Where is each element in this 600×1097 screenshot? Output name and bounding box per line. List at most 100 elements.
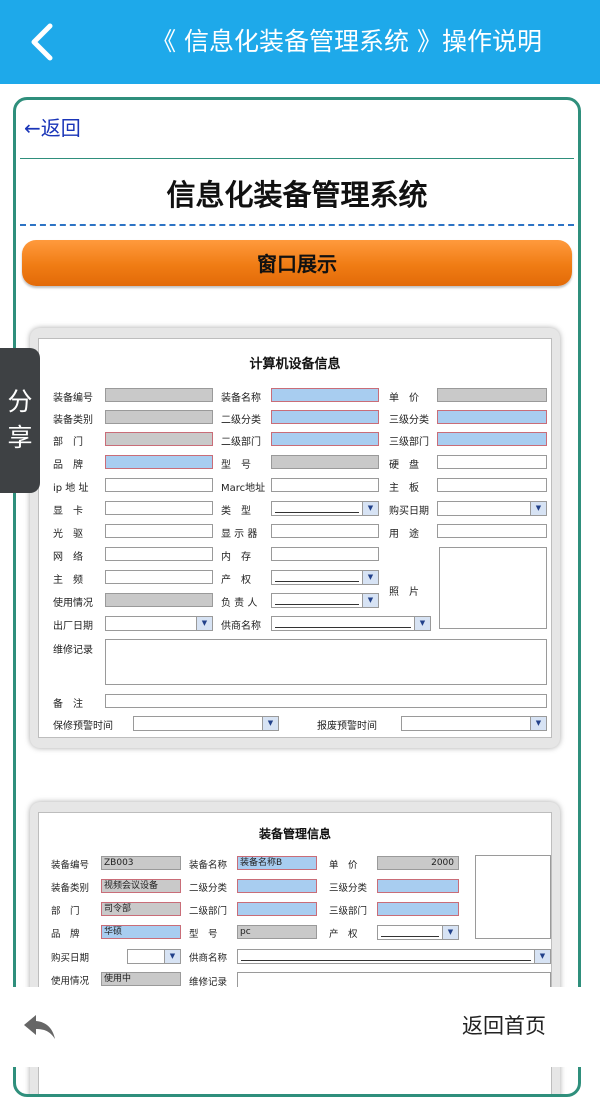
label-dept2: 二级部门 [221, 437, 261, 448]
photo-box [475, 855, 551, 939]
field-dept [105, 432, 213, 446]
field-class3 [437, 410, 547, 424]
label-repair: 维修记录 [189, 977, 228, 988]
label-class3: 三级分类 [329, 883, 368, 894]
back-link[interactable]: ←返回 [24, 112, 81, 141]
dashed-divider [20, 224, 574, 226]
field-class3 [377, 879, 459, 893]
dropdown-arrow-icon: ▼ [362, 502, 378, 515]
field-model: pc [237, 925, 317, 939]
field-dept3 [377, 902, 459, 916]
field-equip-no [105, 388, 213, 402]
label-owner: 负 责 人 [221, 598, 258, 609]
field-optical [105, 524, 213, 538]
label-use-status: 使用情况 [51, 976, 90, 987]
label-buy-date: 购买日期 [51, 953, 90, 964]
label-photo: 照 片 [389, 587, 419, 598]
dropdown-arrow-icon: ▼ [414, 617, 430, 630]
label-cpu-freq: 主 频 [53, 575, 83, 586]
form-title: 装备管理信息 [258, 827, 331, 841]
label-unit-price: 单 价 [389, 393, 419, 404]
field-class2 [237, 879, 317, 893]
field-brand: 华硕 [101, 925, 181, 939]
label-brand: 品 牌 [51, 929, 80, 940]
label-monitor: 显 示 器 [221, 529, 258, 540]
select-buy-date: ▼ [437, 501, 547, 516]
field-unit-price [437, 388, 547, 402]
computer-equipment-screenshot: 计算机设备信息 装备编号 装备名称 单 价 装备类别 二级分类 三级分类 部 门… [30, 328, 560, 748]
dropdown-arrow-icon: ▼ [196, 617, 212, 630]
label-model: 型 号 [189, 929, 218, 940]
field-dept2 [271, 432, 379, 446]
label-remark: 备 注 [53, 699, 83, 710]
field-use-status: 使用中 [101, 972, 181, 986]
select-owner: ▼ [271, 593, 379, 608]
field-cpu-freq [105, 570, 213, 584]
label-equip-category: 装备类别 [51, 883, 90, 894]
select-supplier: ▼ [237, 949, 551, 964]
photo-box [439, 547, 547, 629]
field-dept: 司令部 [101, 902, 181, 916]
select-scrap-alert: ▼ [401, 716, 547, 731]
dropdown-arrow-icon: ▼ [530, 717, 546, 730]
label-dept: 部 门 [51, 906, 80, 917]
label-scrap-alert: 报废预警时间 [317, 721, 377, 732]
label-gpu: 显 卡 [53, 506, 83, 517]
label-supplier: 供商名称 [221, 621, 261, 632]
label-brand: 品 牌 [53, 460, 83, 471]
field-monitor [271, 524, 379, 538]
select-factory-date: ▼ [105, 616, 213, 631]
label-property: 产 权 [329, 929, 358, 940]
label-mac: Marc地址 [221, 483, 266, 494]
label-class3: 三级分类 [389, 415, 429, 426]
label-memory: 内 存 [221, 552, 251, 563]
select-type: ▼ [271, 501, 379, 516]
field-use-status [105, 593, 213, 607]
select-supplier: ▼ [271, 616, 431, 631]
select-property: ▼ [377, 925, 459, 940]
field-unit-price: 2000 [377, 856, 459, 870]
label-repair: 维修记录 [53, 645, 93, 656]
field-board [437, 478, 547, 492]
field-mac [271, 478, 379, 492]
label-optical: 光 驱 [53, 529, 83, 540]
select-property: ▼ [271, 570, 379, 585]
field-equip-name [271, 388, 379, 402]
field-network [105, 547, 213, 561]
label-network: 网 络 [53, 552, 83, 563]
field-gpu [105, 501, 213, 515]
dropdown-arrow-icon: ▼ [262, 717, 278, 730]
label-ip: ip 地 址 [53, 483, 89, 494]
window-display-button[interactable]: 窗口展示 [22, 240, 572, 286]
field-equip-name: 装备名称B [237, 856, 317, 870]
label-hdd: 硬 盘 [389, 460, 419, 471]
label-dept3: 三级部门 [389, 437, 429, 448]
share-tab[interactable]: 分 享 [0, 348, 40, 493]
label-warranty-alert: 保修预警时间 [53, 721, 113, 732]
label-type: 类 型 [221, 506, 251, 517]
label-dept3: 三级部门 [329, 906, 368, 917]
dropdown-arrow-icon: ▼ [164, 950, 180, 963]
field-equip-category [105, 410, 213, 424]
label-dept: 部 门 [53, 437, 83, 448]
label-equip-no: 装备编号 [53, 393, 93, 404]
article-title: 信息化装备管理系统 [166, 178, 428, 212]
label-equip-category: 装备类别 [53, 415, 93, 426]
field-remark [105, 694, 547, 708]
article-frame: ←返回 信息化装备管理系统 窗口展示 计算机设备信息 装备编号 装备名称 单 价… [13, 97, 581, 1097]
label-dept2: 二级部门 [189, 906, 228, 917]
share-label-1: 分 [7, 387, 33, 416]
field-hdd [437, 455, 547, 469]
label-equip-no: 装备编号 [51, 860, 90, 871]
back-chevron-icon[interactable] [26, 22, 66, 62]
page-header-title: 《 信息化装备管理系统 》操作说明 [151, 27, 542, 56]
label-supplier: 供商名称 [189, 953, 228, 964]
divider [20, 158, 574, 159]
label-class2: 二级分类 [221, 415, 261, 426]
return-home-link[interactable]: 返回首页 [462, 1010, 546, 1040]
dropdown-arrow-icon: ▼ [362, 594, 378, 607]
dropdown-arrow-icon: ▼ [362, 571, 378, 584]
share-label-2: 享 [7, 423, 33, 452]
reply-arrow-icon[interactable] [22, 1012, 58, 1042]
field-repair [105, 639, 547, 685]
